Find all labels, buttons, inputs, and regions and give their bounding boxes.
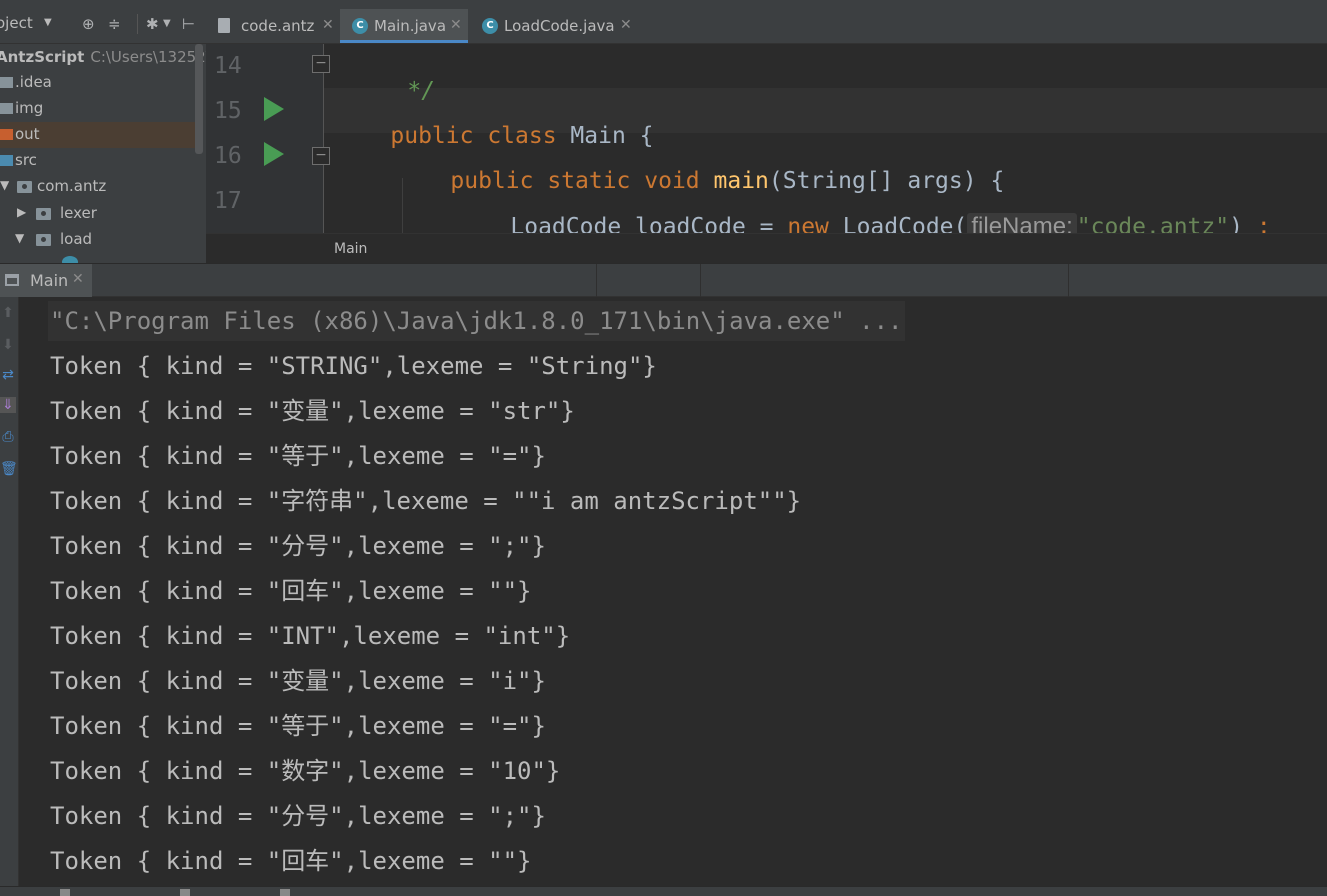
tool-window-icon[interactable]	[280, 889, 290, 896]
status-bar	[0, 886, 1327, 896]
expand-arrow-icon[interactable]: ▼	[15, 231, 24, 245]
tool-window-icon[interactable]	[180, 889, 190, 896]
class-icon: C	[482, 18, 498, 34]
tree-item-label: src	[15, 151, 37, 169]
toolbar-divider	[137, 14, 138, 34]
collapse-arrow-icon[interactable]: ▶	[17, 205, 26, 219]
source-folder-icon	[0, 155, 13, 166]
down-arrow-icon[interactable]: ⬇	[0, 337, 16, 353]
trash-icon[interactable]: 🗑	[0, 461, 18, 477]
scroll-to-end-icon[interactable]: ⇓	[0, 397, 16, 413]
code-editor[interactable]: 14 15 16 17 − − */ public class Main { p…	[206, 44, 1327, 263]
line-number: 17	[214, 188, 242, 214]
project-path: C:\Users\13252\D	[90, 48, 206, 66]
project-scrollbar[interactable]	[195, 44, 203, 154]
run-tab-main[interactable]: Main ✕	[0, 264, 92, 297]
header-divider	[700, 264, 701, 297]
soft-wrap-icon[interactable]: ⇄	[0, 367, 16, 383]
console-command-line: "C:\Program Files (x86)\Java\jdk1.8.0_17…	[48, 301, 905, 341]
package-icon	[36, 234, 51, 246]
chevron-down-icon[interactable]: ▼	[163, 18, 171, 29]
locate-icon[interactable]: ⊕	[82, 15, 95, 33]
folder-icon	[0, 103, 13, 114]
tree-item-lexer[interactable]: ▶ lexer	[0, 201, 195, 227]
folder-icon	[0, 77, 13, 88]
package-icon	[36, 208, 51, 220]
header-divider	[596, 264, 597, 297]
tab-label: code.antz	[241, 17, 315, 35]
run-icon[interactable]	[264, 142, 284, 166]
tree-item-idea[interactable]: .idea	[0, 70, 195, 96]
tab-label: LoadCode.java	[504, 17, 615, 35]
console-line: Token { kind = "分号",lexeme = ";"}	[50, 802, 546, 830]
project-view-title[interactable]: oject	[0, 14, 33, 32]
breadcrumb-bar: Main	[206, 233, 1327, 263]
tree-item-label: load	[60, 230, 93, 248]
editor-gutter: 14 15 16 17 − −	[206, 44, 330, 263]
line-number: 15	[214, 98, 242, 124]
tree-root[interactable]: AntzScript C:\Users\13252\D	[0, 48, 206, 66]
console-line: Token { kind = "回车",lexeme = ""}	[50, 847, 532, 875]
expand-arrow-icon[interactable]: ▼	[0, 178, 9, 192]
project-toolbar: oject ▼ ⊕ ≑ ✱ ▼ ⊢	[0, 0, 206, 44]
console-line: Token { kind = "变量",lexeme = "str"}	[50, 397, 575, 425]
run-icon[interactable]	[264, 97, 284, 121]
console-line: Token { kind = "数字",lexeme = "10"}	[50, 757, 561, 785]
close-icon[interactable]: ✕	[450, 17, 462, 33]
tree-item-label: lexer	[60, 204, 97, 222]
package-icon	[17, 181, 32, 193]
console-output[interactable]: "C:\Program Files (x86)\Java\jdk1.8.0_17…	[19, 297, 1327, 886]
tool-window-icon[interactable]	[60, 889, 70, 896]
chevron-down-icon[interactable]: ▼	[44, 17, 52, 28]
excluded-folder-icon	[0, 129, 13, 140]
tree-item-src[interactable]: src	[0, 148, 195, 174]
tree-item-label: out	[15, 125, 40, 143]
class-icon	[62, 256, 78, 263]
console-line: Token { kind = "分号",lexeme = ";"}	[50, 532, 546, 560]
close-icon[interactable]: ✕	[322, 17, 334, 33]
close-icon[interactable]: ✕	[620, 17, 632, 33]
console-icon	[5, 274, 19, 286]
hide-panel-icon[interactable]: ⊢	[182, 15, 195, 33]
file-icon	[218, 18, 230, 33]
gear-icon[interactable]: ✱	[146, 15, 159, 33]
tab-code-antz[interactable]: code.antz ✕	[206, 9, 340, 43]
console-line: Token { kind = "INT",lexeme = "int"}	[50, 622, 571, 650]
console-line: Token { kind = "字符串",lexeme = ""i am ant…	[50, 487, 802, 515]
line-number: 14	[214, 53, 242, 79]
tree-item-out[interactable]: out	[0, 122, 195, 148]
project-panel: oject ▼ ⊕ ≑ ✱ ▼ ⊢ AntzScript C:\Users\132…	[0, 0, 206, 263]
console-line: Token { kind = "等于",lexeme = "="}	[50, 442, 546, 470]
class-icon: C	[352, 18, 368, 34]
tab-label: Main.java	[374, 17, 447, 35]
tree-item-img[interactable]: img	[0, 96, 195, 122]
console-line: Token { kind = "STRING",lexeme = "String…	[50, 352, 657, 380]
collapse-all-icon[interactable]: ≑	[108, 15, 121, 33]
console-line: Token { kind = "变量",lexeme = "i"}	[50, 667, 546, 695]
fold-icon[interactable]: −	[312, 147, 330, 165]
run-tab-label: Main	[30, 271, 69, 290]
tab-loadcode-java[interactable]: C LoadCode.java ✕	[470, 9, 640, 43]
up-arrow-icon[interactable]: ⬆	[0, 305, 16, 321]
run-toolbar: ⬆ ⬇ ⇄ ⇓ ⎙ 🗑	[0, 297, 19, 886]
tree-item-label: com.antz	[37, 177, 107, 195]
tab-main-java[interactable]: C Main.java ✕	[340, 9, 468, 43]
tree-item-label: img	[15, 99, 44, 117]
editor-tab-bar: code.antz ✕ C Main.java ✕ C LoadCode.jav…	[206, 0, 1327, 44]
console-line: Token { kind = "回车",lexeme = ""}	[50, 577, 532, 605]
fold-icon[interactable]: −	[312, 55, 330, 73]
project-name: AntzScript	[0, 48, 85, 66]
print-icon[interactable]: ⎙	[0, 429, 16, 445]
breadcrumb[interactable]: Main	[334, 241, 367, 257]
line-number: 16	[214, 143, 242, 169]
close-icon[interactable]: ✕	[72, 271, 84, 287]
console-line: Token { kind = "等于",lexeme = "="}	[50, 712, 546, 740]
run-panel-header: Main ✕	[0, 263, 1327, 297]
tree-item-label: .idea	[15, 73, 52, 91]
header-divider	[1068, 264, 1069, 297]
tree-item-load[interactable]: ▼ load	[0, 227, 195, 253]
tree-item-com-antz[interactable]: ▼ com.antz	[0, 174, 195, 200]
